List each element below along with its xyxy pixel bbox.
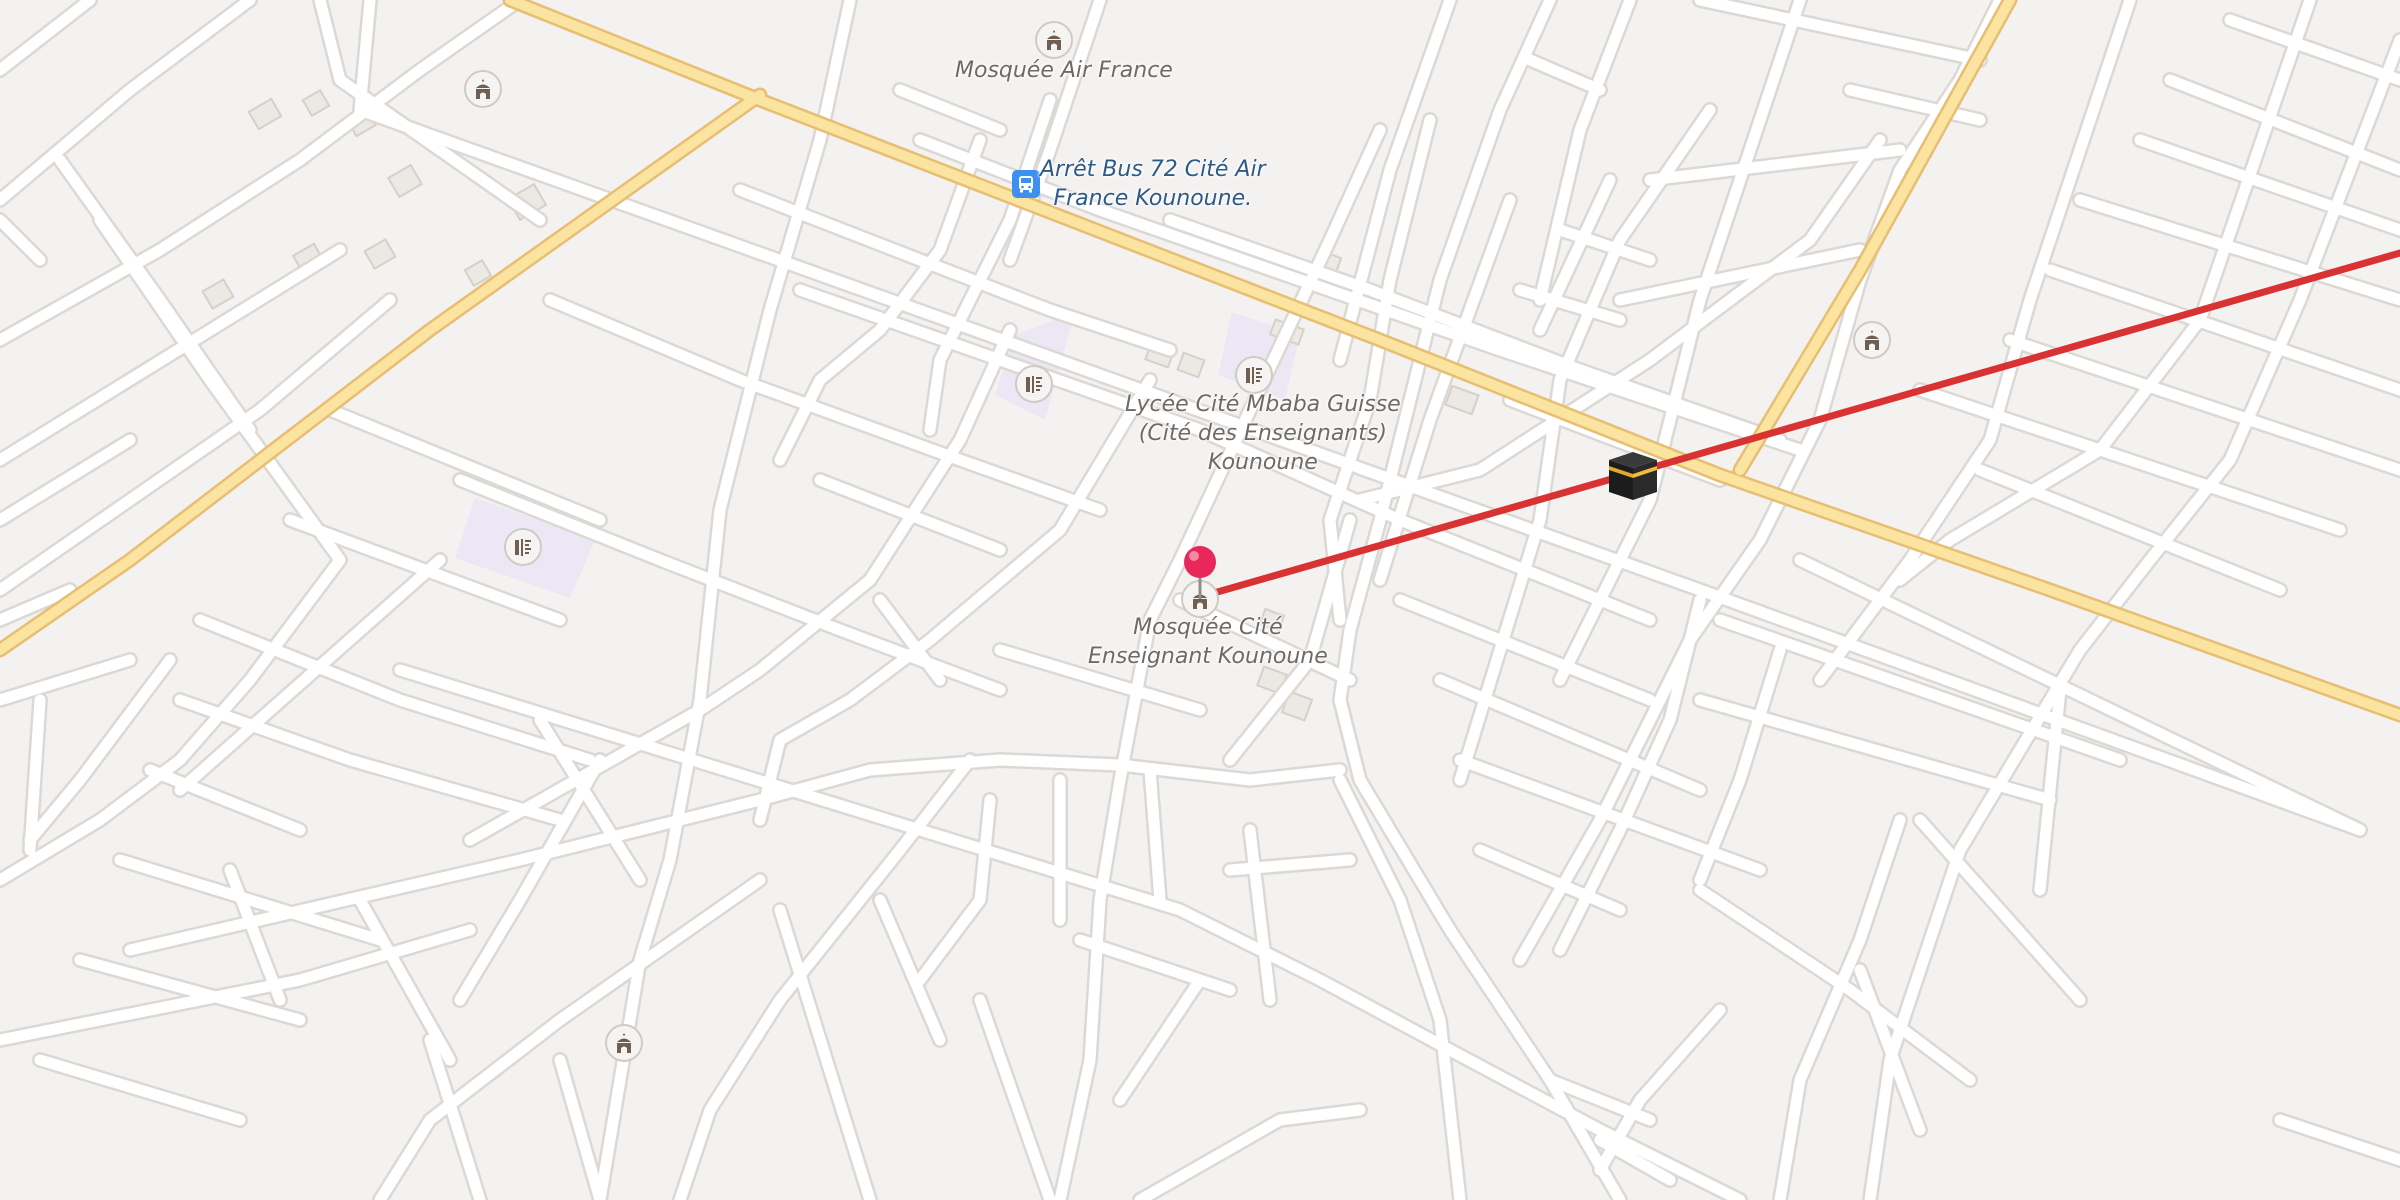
place-label-text: Arrêt Bus 72 Cité Air [1040,157,1266,182]
place-label-text: Mosquée Air France [955,58,1173,83]
mosque-icon[interactable] [605,1024,643,1062]
mosque-icon[interactable] [1853,321,1891,359]
mosque-icon[interactable] [464,70,502,108]
school-icon[interactable] [504,528,542,566]
place-label-bus-stop: Arrêt Bus 72 Cité Air France Kounoune. [1040,155,1266,213]
mosque-icon[interactable] [1035,21,1073,59]
bus-stop-icon[interactable] [1012,170,1040,198]
place-label-text: Lycée Cité Mbaba Guisse [1125,392,1401,417]
place-label-text: Kounoune [1207,450,1318,475]
school-icon[interactable] [1015,365,1053,403]
location-pin-icon[interactable] [1182,545,1218,605]
place-label-mosque-air-france: Mosquée Air France [955,56,1173,85]
place-label-lycee: Lycée Cité Mbaba Guisse (Cité des Enseig… [1125,390,1401,477]
place-label-mosque-cite: Mosquée Cité Enseignant Kounoune [1088,613,1328,671]
place-label-text: Enseignant Kounoune [1088,644,1328,669]
school-icon[interactable] [1235,356,1273,394]
place-label-text: France Kounoune. [1053,186,1253,211]
place-label-text: Mosquée Cité [1133,615,1283,640]
map-canvas[interactable]: Mosquée Air France Arrêt Bus 72 Cité Air… [0,0,2400,1200]
place-label-text: (Cité des Enseignants) [1138,421,1387,446]
kaaba-icon [1605,448,1661,508]
